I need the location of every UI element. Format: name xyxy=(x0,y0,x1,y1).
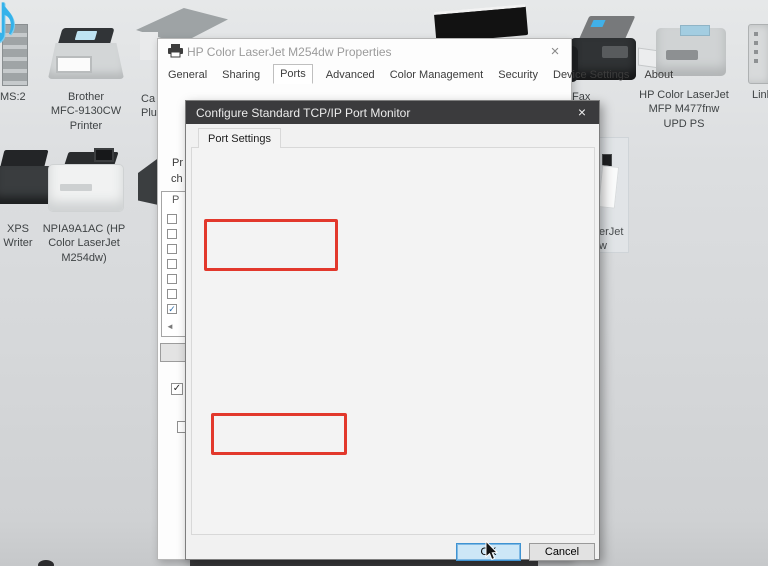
properties-title: HP Color LaserJet M254dw Properties xyxy=(187,45,392,59)
mouse-cursor xyxy=(484,540,499,561)
ports-text-fragment-1: Pr xyxy=(172,157,183,169)
protocol-highlight-box xyxy=(204,219,338,271)
port-settings-panel xyxy=(191,147,595,535)
tab-device-settings[interactable]: Device Settings xyxy=(551,66,631,86)
tab-general[interactable]: General xyxy=(166,66,209,86)
tab-color-management[interactable]: Color Management xyxy=(388,66,486,86)
icon-label-hp-m477[interactable]: HP Color LaserJet MFP M477fnw UPD PS xyxy=(624,88,744,131)
snmp-highlight-box xyxy=(211,413,347,455)
icon-label-link[interactable]: Link xyxy=(752,88,768,102)
screen: ♪ MS:2 Brother MFC-9130CW Printer Ca Plu… xyxy=(0,0,768,566)
port-checkbox[interactable] xyxy=(167,214,177,224)
port-checkbox[interactable] xyxy=(167,259,177,269)
tab-sharing[interactable]: Sharing xyxy=(220,66,262,86)
port-checkbox[interactable] xyxy=(167,274,177,284)
hidden-printer-body xyxy=(140,32,158,60)
icon-label-selected-fragment: erJet w xyxy=(599,225,633,254)
link-device-icon[interactable] xyxy=(746,22,768,86)
ports-list-header-fragment: P xyxy=(172,194,179,206)
brother-printer-icon[interactable] xyxy=(48,26,124,88)
tab-security[interactable]: Security xyxy=(496,66,540,86)
printer-glyph-icon xyxy=(168,44,183,58)
port-dialog-titlebar[interactable]: Configure Standard TCP/IP Port Monitor × xyxy=(186,101,599,124)
port-checkbox[interactable] xyxy=(167,229,177,239)
properties-close-icon[interactable]: × xyxy=(547,43,563,60)
port-dialog-close-icon[interactable]: × xyxy=(574,104,590,120)
properties-tab-bar: General Sharing Ports Advanced Color Man… xyxy=(166,66,675,86)
tab-advanced[interactable]: Advanced xyxy=(324,66,377,86)
button-fragment[interactable] xyxy=(160,343,186,362)
tab-ports[interactable]: Ports xyxy=(273,64,313,84)
ports-text-fragment-2: ch xyxy=(171,173,183,185)
port-checkbox[interactable] xyxy=(167,289,177,299)
scrollbar-left-arrow-icon[interactable]: ◄ xyxy=(166,322,174,331)
port-checkbox-checked[interactable]: ✓ xyxy=(167,304,177,314)
bidirectional-checkbox-fragment[interactable]: ✓ xyxy=(171,383,183,395)
port-dialog-title: Configure Standard TCP/IP Port Monitor xyxy=(196,106,410,120)
tab-about[interactable]: About xyxy=(642,66,675,86)
icon-label-brother[interactable]: Brother MFC-9130CW Printer xyxy=(38,90,134,133)
tcpip-port-monitor-dialog: Configure Standard TCP/IP Port Monitor ×… xyxy=(185,100,600,560)
player-control-fragment xyxy=(38,560,54,566)
music-note-icon: ♪ xyxy=(0,0,21,61)
tab-port-settings[interactable]: Port Settings xyxy=(198,128,281,148)
icon-label-npia[interactable]: NPIA9A1AC (HP Color LaserJet M254dw) xyxy=(32,222,136,265)
npia-printer-icon[interactable] xyxy=(46,148,124,218)
port-checkbox[interactable] xyxy=(167,244,177,254)
properties-titlebar[interactable]: HP Color LaserJet M254dw Properties × xyxy=(158,39,571,64)
cancel-button[interactable]: Cancel xyxy=(529,543,595,561)
